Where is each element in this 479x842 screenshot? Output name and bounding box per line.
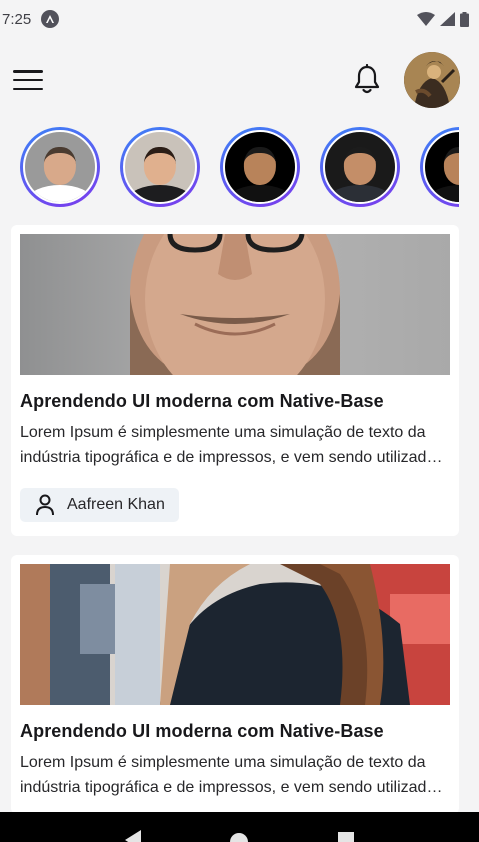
post-card[interactable]: Aprendendo UI moderna com Native-Base Lo…: [11, 225, 459, 536]
post-image[interactable]: [20, 564, 450, 705]
bell-icon[interactable]: [352, 64, 382, 96]
story-avatar[interactable]: [120, 127, 200, 207]
story-photo: [123, 130, 197, 204]
status-right: [417, 11, 469, 27]
app-header: [0, 38, 479, 122]
story-photo: [423, 130, 459, 204]
story-avatar[interactable]: [420, 127, 459, 207]
post-image[interactable]: [20, 234, 450, 375]
home-icon[interactable]: [219, 812, 259, 842]
stories-row: [0, 122, 459, 212]
story-avatar[interactable]: [320, 127, 400, 207]
wifi-icon: [417, 12, 435, 26]
back-icon[interactable]: [113, 812, 153, 842]
post-description: Lorem Ipsum é simplesmente uma simulação…: [20, 424, 436, 466]
author-name: Aafreen Khan: [67, 496, 165, 513]
post-description: Lorem Ipsum é simplesmente uma simulação…: [20, 754, 436, 796]
app-icon: [41, 10, 60, 28]
story-photo: [23, 130, 97, 204]
feed: Aprendendo UI moderna com Native-Base Lo…: [0, 225, 479, 814]
battery-icon: [460, 11, 469, 27]
header-actions: [352, 52, 460, 108]
status-time: 7:25: [2, 10, 32, 28]
user-icon: [36, 494, 54, 516]
signal-icon: [440, 12, 455, 26]
status-left: 7:25: [2, 10, 60, 28]
post-card[interactable]: Aprendendo UI moderna com Native-Base Lo…: [11, 555, 459, 814]
status-bar: 7:25: [0, 0, 479, 38]
recents-icon[interactable]: [326, 812, 366, 842]
profile-avatar[interactable]: [404, 52, 460, 108]
hamburger-menu-icon[interactable]: [13, 68, 43, 92]
system-nav-bar: [0, 812, 479, 842]
story-avatar[interactable]: [20, 127, 100, 207]
author-chip[interactable]: Aafreen Khan: [20, 488, 179, 522]
story-avatar[interactable]: [220, 127, 300, 207]
post-title: Aprendendo UI moderna com Native-Base: [20, 391, 384, 411]
post-title: Aprendendo UI moderna com Native-Base: [20, 721, 384, 741]
story-photo: [223, 130, 297, 204]
story-photo: [323, 130, 397, 204]
